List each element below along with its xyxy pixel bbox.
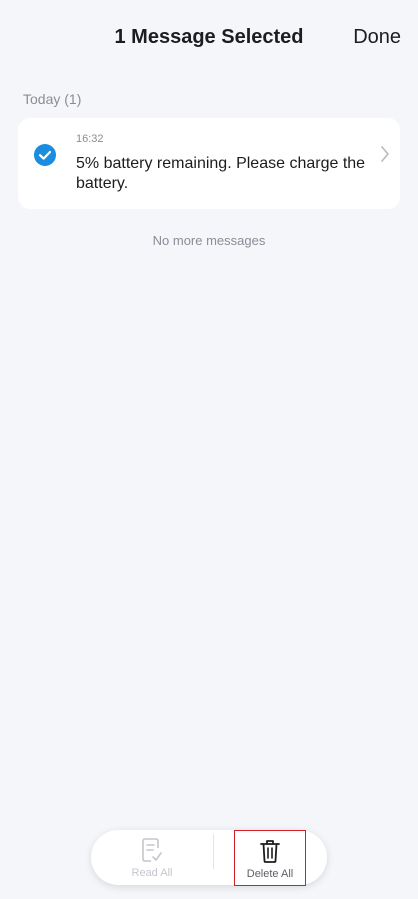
- delete-all-label: Delete All: [246, 868, 294, 880]
- delete-all-button[interactable]: Delete All: [234, 830, 306, 886]
- message-text: 5% battery remaining. Please charge the …: [76, 155, 366, 192]
- chevron-right-icon: [380, 145, 390, 168]
- done-button[interactable]: Done: [353, 26, 401, 49]
- bottom-action-bar: Read All Delete All: [91, 830, 327, 886]
- check-circle-icon[interactable]: [34, 144, 56, 166]
- message-card[interactable]: 16:32 5% battery remaining. Please charg…: [18, 118, 400, 209]
- trash-icon: [259, 838, 281, 869]
- message-time: 16:32: [76, 133, 104, 145]
- section-label-today: Today (1): [23, 91, 82, 107]
- read-all-button[interactable]: Read All: [91, 830, 213, 885]
- read-all-label: Read All: [131, 867, 173, 879]
- header: 1 Message Selected Done: [0, 0, 418, 78]
- no-more-messages: No more messages: [152, 233, 266, 248]
- document-check-icon: [141, 837, 163, 868]
- bar-divider: [213, 834, 214, 869]
